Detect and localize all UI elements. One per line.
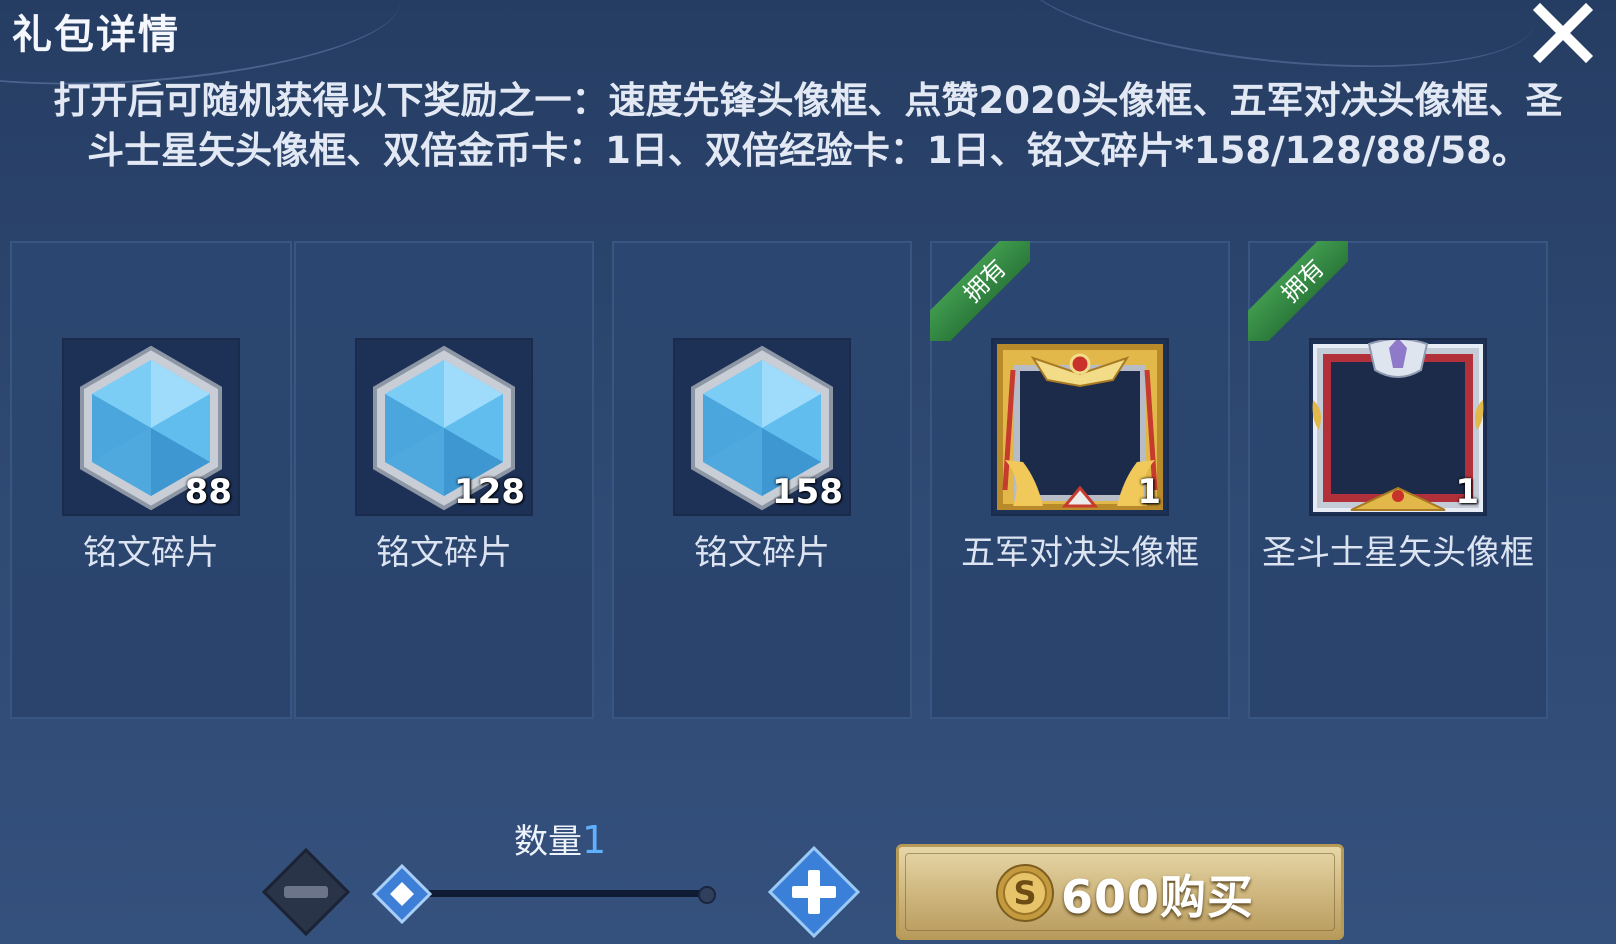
reward-card[interactable]: 88 铭文碎片 — [10, 241, 292, 719]
reward-name: 铭文碎片 — [376, 533, 512, 573]
reward-card[interactable]: 158 铭文碎片 — [612, 241, 912, 719]
reward-card[interactable]: 拥有 1 圣斗士星矢头像框 — [1248, 241, 1548, 719]
decrease-quantity-button[interactable] — [261, 847, 351, 937]
dialog-title: 礼包详情 — [12, 12, 180, 58]
quantity-label-text: 数量 — [514, 822, 582, 862]
reward-name: 铭文碎片 — [694, 533, 830, 573]
reward-card[interactable]: 128 铭文碎片 — [294, 241, 594, 719]
reward-name: 圣斗士星矢头像框 — [1262, 533, 1534, 573]
reward-icon-box: 1 — [991, 338, 1169, 516]
reward-count: 1 — [1455, 472, 1479, 512]
reward-count: 1 — [1137, 472, 1161, 512]
reward-card[interactable]: 拥有 1 五军对决头像框 — [930, 241, 1230, 719]
reward-count: 128 — [454, 472, 525, 512]
coin-icon: S — [996, 864, 1054, 922]
buy-button[interactable]: S 600购买 — [896, 844, 1344, 940]
reward-name: 铭文碎片 — [83, 533, 219, 573]
slider-track[interactable] — [402, 890, 708, 897]
reward-count: 88 — [184, 472, 232, 512]
slider-thumb[interactable] — [371, 863, 433, 925]
svg-text:S: S — [1013, 874, 1036, 912]
reward-icon-box: 128 — [355, 338, 533, 516]
reward-count: 158 — [772, 472, 843, 512]
gift-description: 打开后可随机获得以下奖励之一：速度先锋头像框、点赞2020头像框、五军对决头像框… — [53, 79, 1563, 172]
slider-end-dot — [698, 886, 716, 904]
reward-icon-box: 88 — [62, 338, 240, 516]
owned-ribbon: 拥有 — [1248, 241, 1348, 341]
increase-quantity-button[interactable] — [767, 845, 861, 939]
reward-name: 五军对决头像框 — [961, 533, 1199, 573]
quantity-slider[interactable] — [371, 863, 720, 925]
reward-icon-box: 158 — [673, 338, 851, 516]
close-icon — [1532, 2, 1594, 64]
minus-icon — [261, 847, 351, 937]
quantity-label: 数量1 — [514, 814, 606, 863]
owned-label: 拥有 — [1248, 241, 1348, 341]
plus-icon — [767, 845, 861, 939]
reward-list: 88 铭文碎片 128 铭文碎片 158 铭文碎片 拥有 1 五军对决头像框 拥… — [10, 241, 1606, 721]
quantity-value: 1 — [582, 818, 607, 862]
diamond-thumb-icon — [371, 863, 433, 925]
reward-icon-box: 1 — [1309, 338, 1487, 516]
owned-label: 拥有 — [930, 241, 1030, 341]
owned-ribbon: 拥有 — [930, 241, 1030, 341]
buy-button-label: 600购买 — [1061, 870, 1255, 924]
close-button[interactable] — [1532, 2, 1594, 64]
